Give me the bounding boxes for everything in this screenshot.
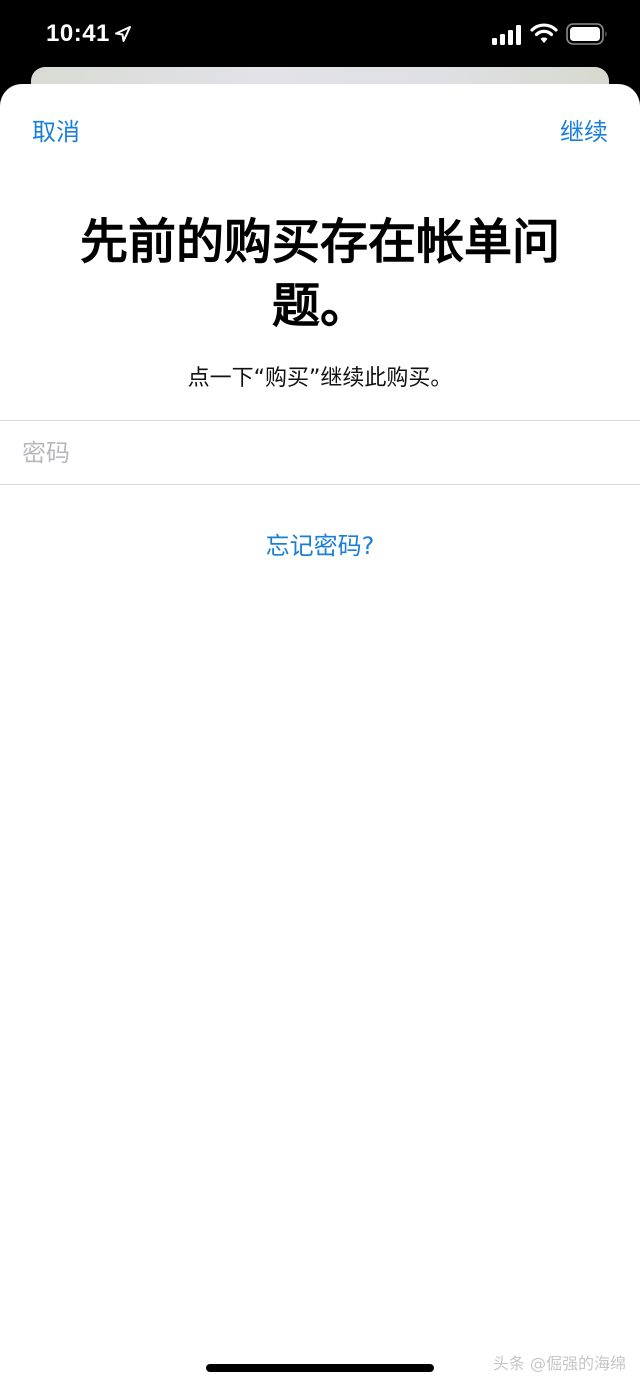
forgot-password-link[interactable]: 忘记密码? [0,526,640,561]
home-indicator[interactable] [206,1364,434,1372]
status-time: 10:41 [46,20,110,47]
page-subtitle: 点一下“购买”继续此购买。 [187,366,453,391]
password-field[interactable] [22,424,618,482]
watermark: 头条 @倔强的海绵 [492,1354,626,1373]
purchase-sheet: 取消 继续 先前的购买存在帐单问题。 点一下“购买”继续此购买。 忘记密码? [0,84,640,1385]
divider [0,420,640,421]
divider [0,484,640,485]
page-title: 先前的购买存在帐单问题。 [79,214,560,334]
status-bar: 10:41 [0,0,640,68]
location-arrow-icon [115,26,131,42]
continue-button[interactable]: 继续 [560,112,608,147]
cellular-signal-icon [492,25,521,45]
battery-icon [566,23,607,45]
app-screen: 10:41 取消 继续 先前的购买存在帐单问题。 点一下“购买”继续此购买。 忘… [0,0,640,1385]
wifi-icon [530,23,558,43]
cancel-button[interactable]: 取消 [32,112,80,147]
